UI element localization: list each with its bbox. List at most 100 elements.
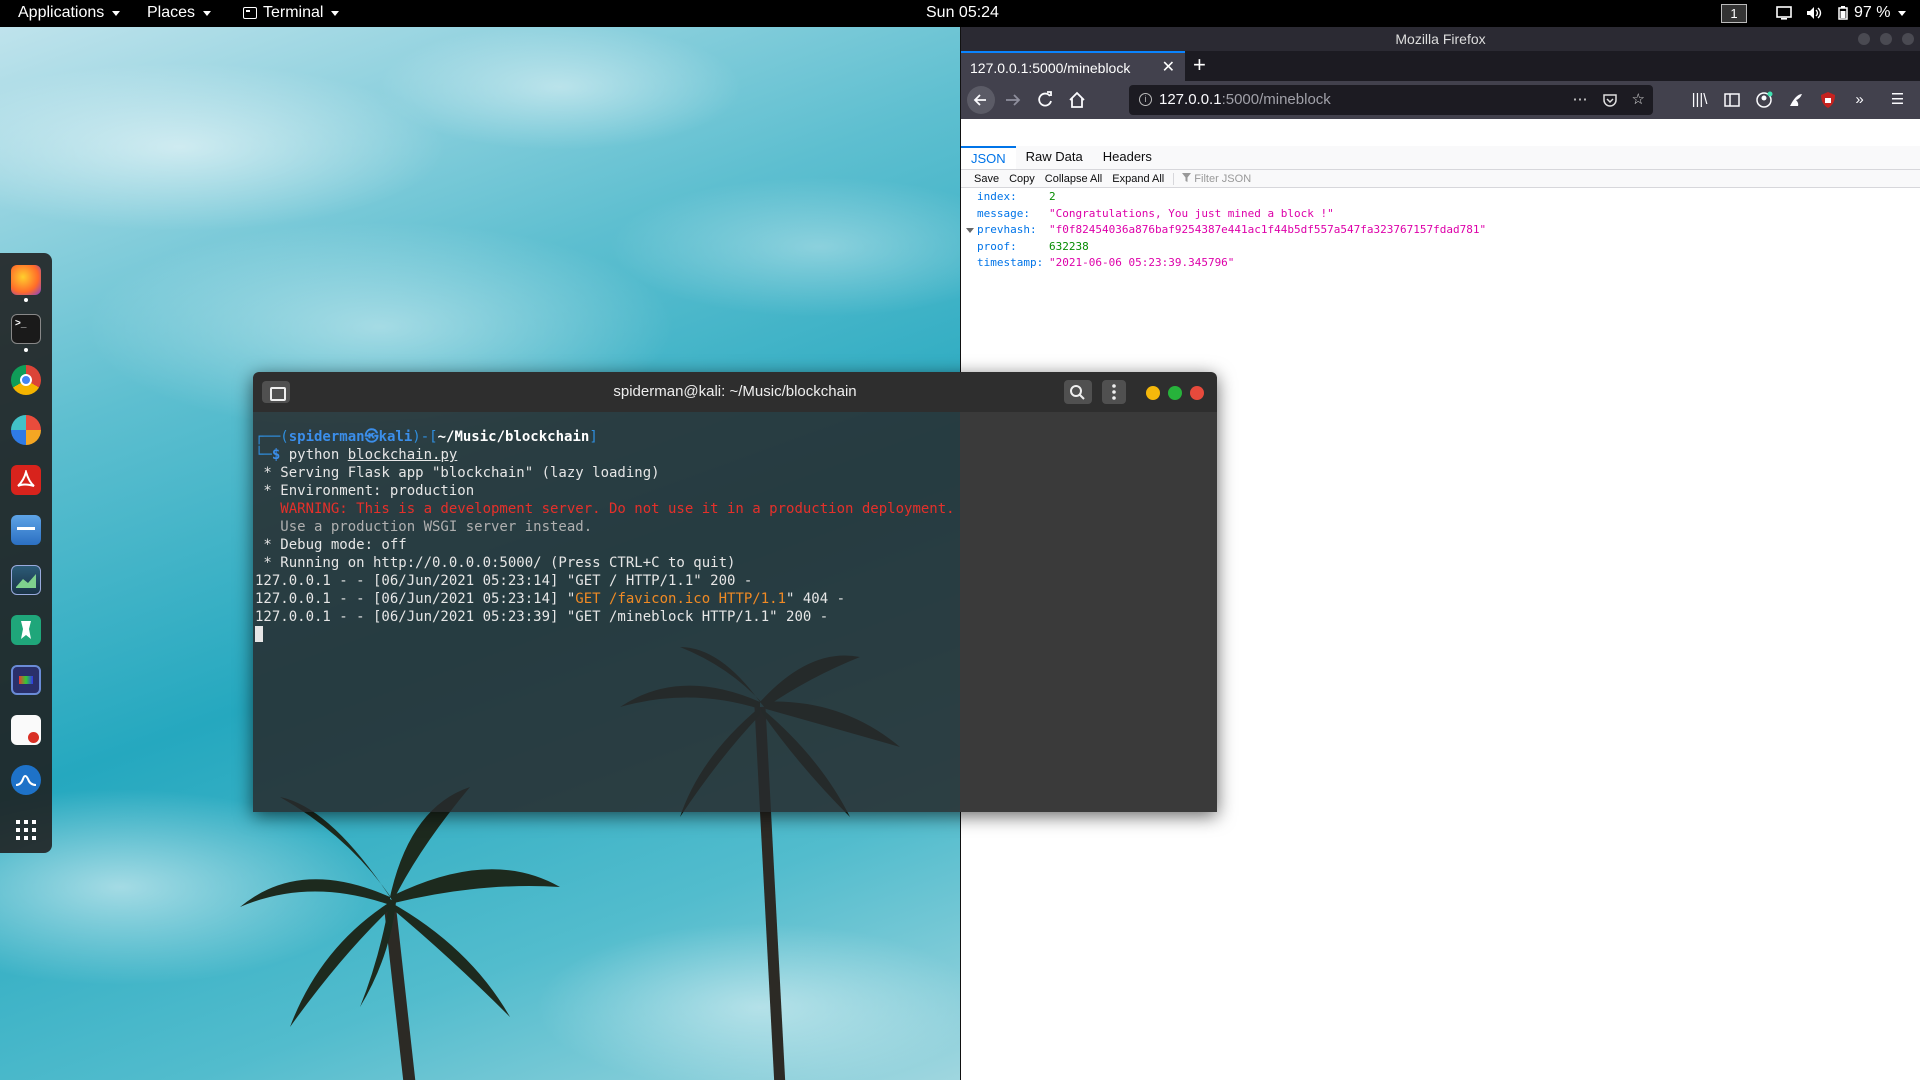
chrome-icon[interactable] [11, 365, 41, 395]
dock: >_ [0, 253, 52, 853]
filter-icon [1182, 172, 1192, 182]
tab-strip: 127.0.0.1:5000/mineblock ✕ + [961, 51, 1920, 81]
text-editor-icon[interactable] [11, 715, 41, 745]
overflow-chevron-icon[interactable]: » [1849, 88, 1870, 112]
terminal-body[interactable]: ┌──(spiderman㉿kali)-[~/Music/blockchain]… [253, 412, 1217, 812]
pdf-icon[interactable] [11, 465, 41, 495]
terminal-title: spiderman@kali: ~/Music/blockchain [613, 383, 857, 400]
json-row[interactable]: message: "Congratulations, You just mine… [961, 206, 1920, 223]
command-arg: blockchain.py [347, 447, 458, 463]
json-row[interactable]: proof: 632238 [961, 239, 1920, 256]
command-line: └─$ python blockchain.py [255, 447, 458, 463]
wireshark-icon[interactable] [11, 765, 41, 795]
prompt-dir: ~/Music/blockchain [437, 429, 590, 445]
terminal-icon[interactable]: >_ [11, 314, 41, 344]
json-value: "Congratulations, You just mined a block… [1049, 206, 1334, 220]
log-line: 127.0.0.1 - - [06/Jun/2021 05:23:14] "GE… [255, 573, 753, 589]
files-icon[interactable] [11, 515, 41, 545]
library-icon[interactable]: |||\ [1689, 88, 1710, 112]
terminal-icon [243, 7, 257, 19]
json-row[interactable]: timestamp: "2021-06-06 05:23:39.345796" [961, 255, 1920, 272]
extension-icon[interactable] [1785, 88, 1806, 112]
ublock-icon[interactable] [1817, 88, 1838, 112]
reload-icon [1038, 91, 1052, 107]
json-row[interactable]: index: 2 [961, 189, 1920, 206]
copy-button[interactable]: Copy [1004, 170, 1040, 188]
volume-icon [1807, 7, 1822, 19]
kebab-menu-icon [1112, 384, 1116, 400]
json-row[interactable]: prevhash: "f0f82454036a876baf9254387e441… [961, 222, 1920, 239]
account-icon[interactable] [1753, 88, 1774, 112]
new-tab-button[interactable]: + [1193, 51, 1206, 79]
bookmark-star-icon[interactable]: ☆ [1632, 85, 1645, 119]
places-menu[interactable]: Places [147, 4, 212, 22]
app-grid-icon[interactable] [11, 815, 41, 845]
terminal-output: ┌──(spiderman㉿kali)-[~/Music/blockchain]… [255, 428, 955, 644]
json-tree: index: 2 message: "Congratulations, You … [961, 189, 1920, 272]
page-actions-icon[interactable]: ⋯ [1573, 85, 1588, 119]
terminal-headerbar: spiderman@kali: ~/Music/blockchain [253, 372, 1217, 412]
terminal-app-label: Terminal [263, 4, 324, 21]
filter-placeholder: Filter JSON [1194, 172, 1252, 185]
tab-json[interactable]: JSON [961, 146, 1016, 169]
back-button[interactable] [967, 86, 995, 114]
url-bar[interactable]: i 127.0.0.1:5000/mineblock ⋯ ☆ [1129, 85, 1653, 115]
output-line: * Environment: production [255, 483, 475, 499]
tab-raw-data[interactable]: Raw Data [1016, 146, 1093, 169]
battery-icon [1838, 6, 1848, 20]
clock[interactable]: Sun 05:24 [926, 4, 999, 22]
pie-icon[interactable] [11, 415, 41, 445]
log-request-404: GET /favicon.ico HTTP/1.1 [575, 591, 787, 607]
log-line: 127.0.0.1 - - [06/Jun/2021 05:23:14] "GE… [255, 591, 846, 607]
search-button[interactable] [1064, 380, 1092, 404]
firefox-icon[interactable] [11, 265, 41, 295]
forward-button[interactable] [1001, 88, 1025, 112]
terminal-window: spiderman@kali: ~/Music/blockchain ┌──(s… [253, 372, 1217, 812]
json-value: 2 [1049, 190, 1056, 203]
firefox-titlebar: Mozilla Firefox [961, 27, 1920, 51]
top-panel: Applications Places Terminal Sun 05:24 1… [0, 0, 1920, 27]
expand-arrow-icon[interactable] [966, 228, 974, 233]
warning-line: WARNING: This is a development server. D… [255, 501, 955, 517]
system-tray[interactable]: 97 % [1776, 4, 1907, 22]
pocket-icon[interactable] [1602, 85, 1618, 119]
display-icon [1776, 6, 1792, 20]
output-line: * Debug mode: off [255, 537, 407, 553]
home-icon [1069, 91, 1085, 108]
maximize-button[interactable] [1880, 33, 1892, 45]
expand-all-button[interactable]: Expand All [1107, 170, 1169, 188]
remote-desktop-icon[interactable] [11, 665, 41, 695]
close-button[interactable] [1190, 386, 1204, 400]
json-key: message: [977, 206, 1030, 220]
tab-headers[interactable]: Headers [1093, 146, 1162, 169]
vpn-icon[interactable] [11, 615, 41, 645]
clock-label: Sun 05:24 [926, 4, 999, 21]
json-viewer-toolbar: Save Copy Collapse All Expand All Filter… [961, 170, 1920, 188]
arrow-right-icon [1006, 94, 1021, 106]
applications-menu[interactable]: Applications [18, 4, 121, 22]
chevron-down-icon [331, 10, 340, 16]
close-button[interactable] [1902, 33, 1914, 45]
minimize-button[interactable] [1858, 33, 1870, 45]
sidebar-icon[interactable] [1721, 88, 1742, 112]
maximize-button[interactable] [1168, 386, 1182, 400]
hamburger-menu-icon[interactable]: ☰ [1887, 88, 1908, 112]
terminal-app-menu[interactable]: Terminal [243, 4, 340, 22]
image-viewer-icon[interactable] [11, 565, 41, 595]
url-host: 127.0.0.1 [1159, 91, 1222, 108]
json-key: timestamp: [977, 256, 1044, 269]
workspace-indicator[interactable]: 1 [1721, 4, 1747, 23]
json-value: "f0f82454036a876baf9254387e441ac1f44b5df… [1049, 223, 1487, 236]
browser-tab[interactable]: 127.0.0.1:5000/mineblock ✕ [961, 51, 1185, 81]
close-tab-icon[interactable]: ✕ [1162, 53, 1175, 83]
new-tab-button[interactable] [262, 381, 290, 403]
filter-json-input[interactable]: Filter JSON [1173, 172, 1252, 185]
collapse-all-button[interactable]: Collapse All [1040, 170, 1107, 188]
minimize-button[interactable] [1146, 386, 1160, 400]
chevron-down-icon [1898, 10, 1907, 16]
menu-button[interactable] [1102, 380, 1126, 404]
save-button[interactable]: Save [969, 170, 1004, 188]
reload-button[interactable] [1033, 88, 1057, 112]
home-button[interactable] [1065, 88, 1089, 112]
info-icon[interactable]: i [1139, 93, 1152, 106]
